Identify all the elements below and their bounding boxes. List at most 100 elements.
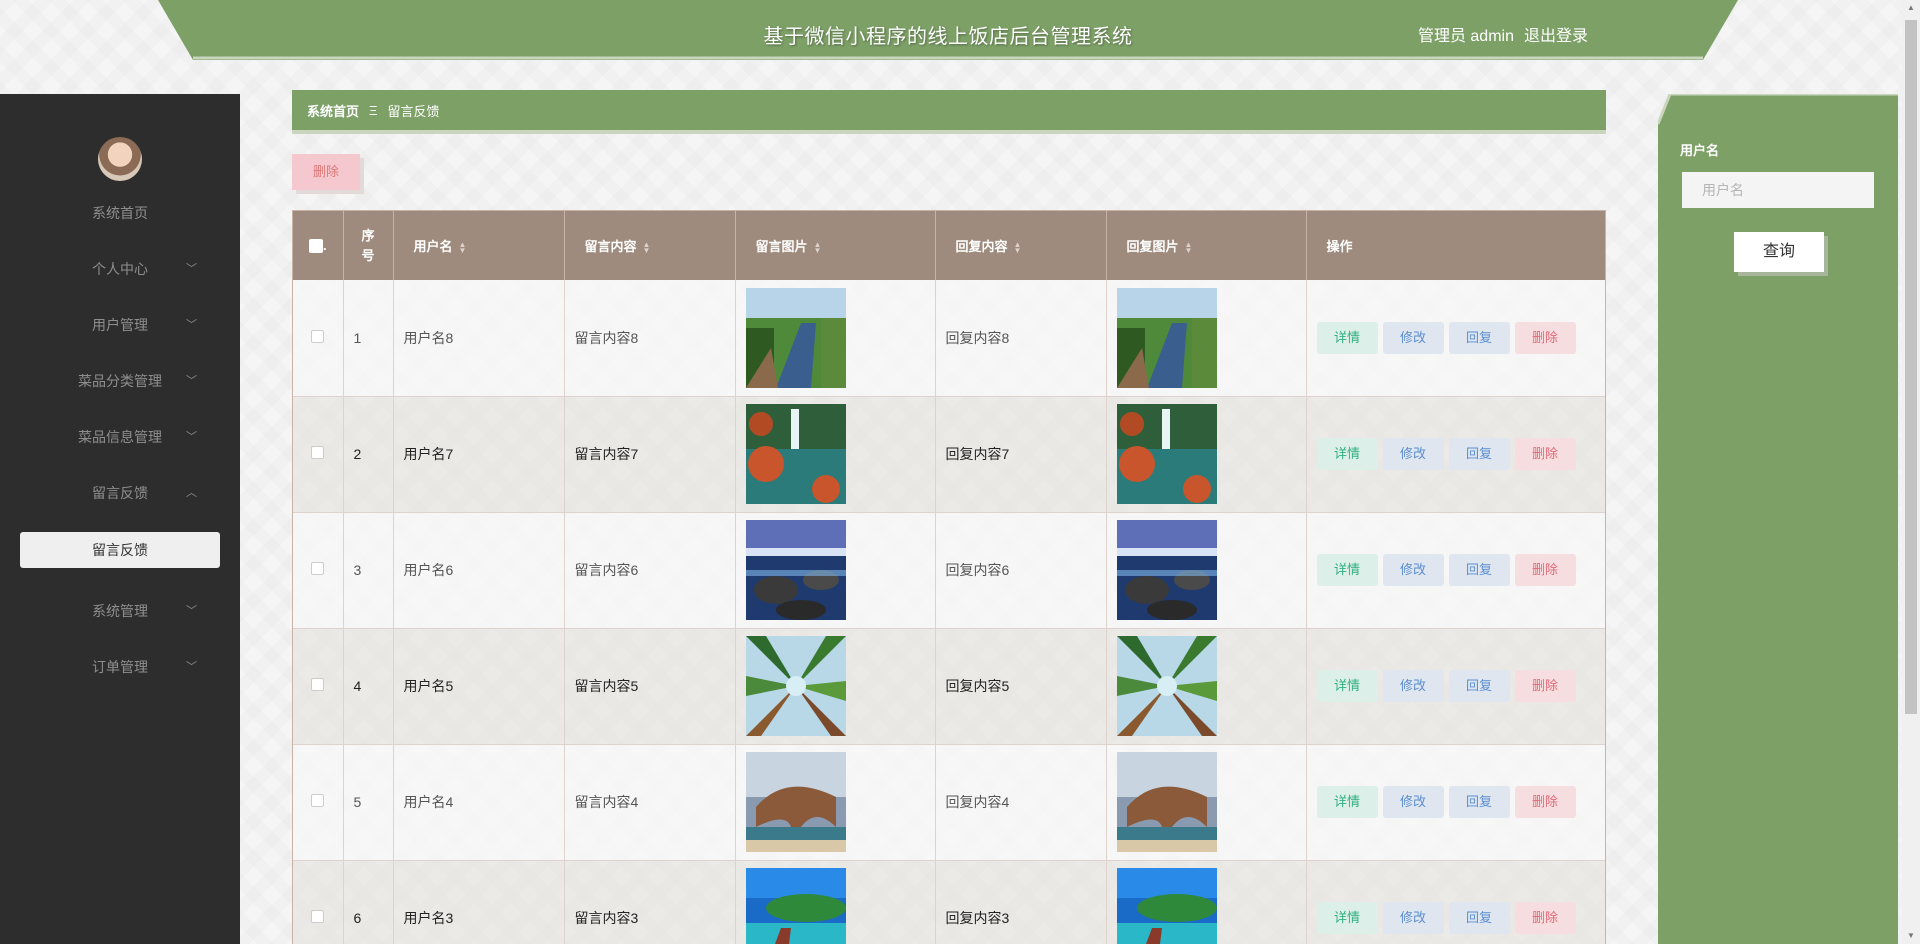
row-reply-image-cell [1106, 860, 1307, 944]
row-reply-image-cell [1106, 396, 1307, 513]
sort-icon: ▲ ▼ [1184, 239, 1193, 255]
scroll-down-icon[interactable]: ▼ [1902, 928, 1920, 944]
sidebar-item-users[interactable]: 用户管理 ﹀ [0, 310, 240, 340]
detail-button[interactable]: 详情 [1316, 670, 1378, 702]
page-scrollbar[interactable]: ▲ ▼ [1902, 0, 1920, 944]
reply-image[interactable] [1116, 752, 1217, 852]
reply-image[interactable] [1116, 868, 1217, 944]
sidebar-item-label: 个人中心 [92, 261, 148, 277]
sidebar-item-label: 菜品信息管理 [78, 429, 162, 445]
delete-button[interactable]: 删除 [1514, 786, 1576, 818]
row-checkbox[interactable] [293, 860, 344, 944]
scroll-up-icon[interactable]: ▲ [1902, 0, 1920, 16]
delete-button[interactable]: 删除 [1514, 670, 1576, 702]
detail-button[interactable]: 详情 [1316, 554, 1378, 586]
sidebar-item-orders[interactable]: 订单管理 ﹀ [0, 652, 240, 682]
sidebar-item-personal[interactable]: 个人中心 ﹀ [0, 254, 240, 284]
row-username: 用户名6 [393, 512, 565, 629]
reply-image[interactable] [1116, 520, 1217, 620]
row-image-cell [735, 860, 936, 944]
edit-button[interactable]: 修改 [1382, 670, 1444, 702]
table-row: 3 用户名6 留言内容6 回复内容6 详情 修改 回复 删除 [293, 512, 1605, 629]
col-header-image[interactable]: 留言图片 ▲ ▼ [735, 211, 936, 280]
row-image-cell [735, 628, 936, 745]
batch-delete-button[interactable]: 删除 [292, 154, 360, 190]
detail-button[interactable]: 详情 [1316, 438, 1378, 470]
row-ops: 详情 修改 回复 删除 [1306, 860, 1605, 944]
chevron-down-icon: ﹀ [186, 319, 197, 331]
row-content: 留言内容3 [564, 860, 736, 944]
sidebar: 系统首页 个人中心 ﹀ 用户管理 ﹀ 菜品分类管理 ﹀ 菜品信息管理 ﹀ 留言反… [0, 94, 240, 944]
col-header-content[interactable]: 留言内容 ▲ ▼ [564, 211, 736, 280]
edit-button[interactable]: 修改 [1382, 321, 1444, 354]
feedback-image[interactable] [745, 404, 846, 504]
detail-button[interactable]: 详情 [1316, 786, 1378, 818]
sidebar-item-dish-info[interactable]: 菜品信息管理 ﹀ [0, 422, 240, 452]
col-header-reply-image[interactable]: 回复图片 ▲ ▼ [1106, 211, 1307, 280]
row-checkbox[interactable] [293, 396, 344, 513]
select-all-checkbox[interactable]: . [293, 211, 344, 280]
edit-button[interactable]: 修改 [1382, 902, 1444, 934]
sort-icon: ▲ ▼ [1013, 239, 1022, 255]
delete-button[interactable]: 删除 [1514, 321, 1576, 354]
col-header-username[interactable]: 用户名 ▲ ▼ [393, 211, 565, 280]
chevron-down-icon: ﹀ [186, 661, 197, 673]
reply-button[interactable]: 回复 [1448, 438, 1510, 470]
chevron-down-icon: ﹀ [186, 375, 197, 387]
sidebar-subitem-feedback[interactable]: 留言反馈 [20, 532, 220, 568]
reply-image[interactable] [1116, 287, 1217, 388]
chevron-down-icon: ﹀ [186, 431, 197, 443]
row-image-cell [735, 744, 936, 861]
reply-button[interactable]: 回复 [1448, 786, 1510, 818]
row-checkbox[interactable] [293, 512, 344, 629]
feedback-image[interactable] [745, 287, 846, 388]
sidebar-item-dish-category[interactable]: 菜品分类管理 ﹀ [0, 366, 240, 396]
reply-image[interactable] [1116, 636, 1217, 736]
edit-button[interactable]: 修改 [1382, 438, 1444, 470]
reply-button[interactable]: 回复 [1448, 554, 1510, 586]
top-header: 基于微信小程序的线上饭店后台管理系统 管理员 admin 退出登录 [158, 0, 1738, 62]
reply-button[interactable]: 回复 [1448, 902, 1510, 934]
row-ops: 详情 修改 回复 删除 [1306, 744, 1605, 861]
row-checkbox[interactable] [293, 744, 344, 861]
row-reply-image-cell [1106, 280, 1307, 397]
sort-icon: ▲ ▼ [458, 239, 467, 255]
feedback-image[interactable] [745, 636, 846, 736]
row-reply: 回复内容8 [935, 280, 1107, 397]
sidebar-item-feedback[interactable]: 留言反馈 ︿ [0, 478, 240, 508]
delete-button[interactable]: 删除 [1514, 902, 1576, 934]
feedback-image[interactable] [745, 868, 846, 944]
feedback-image[interactable] [745, 752, 846, 852]
row-checkbox[interactable] [293, 280, 344, 397]
breadcrumb-separator-icon: Ξ [369, 102, 378, 118]
feedback-image[interactable] [745, 520, 846, 620]
reply-image[interactable] [1116, 404, 1217, 504]
scroll-thumb[interactable] [1905, 20, 1917, 714]
username-search-input[interactable] [1682, 172, 1874, 208]
col-header-reply[interactable]: 回复内容 ▲ ▼ [935, 211, 1107, 280]
delete-button[interactable]: 删除 [1514, 438, 1576, 470]
breadcrumb-home[interactable]: 系统首页 [307, 101, 359, 120]
detail-button[interactable]: 详情 [1316, 902, 1378, 934]
reply-button[interactable]: 回复 [1448, 670, 1510, 702]
reply-button[interactable]: 回复 [1448, 321, 1510, 354]
sidebar-item-home[interactable]: 系统首页 [0, 198, 240, 228]
row-no: 5 [343, 744, 394, 861]
sidebar-item-label: 留言反馈 [92, 485, 148, 501]
logout-link[interactable]: 退出登录 [1524, 22, 1588, 46]
row-ops: 详情 修改 回复 删除 [1306, 396, 1605, 513]
row-content: 留言内容4 [564, 744, 736, 861]
row-checkbox[interactable] [293, 628, 344, 745]
search-button[interactable]: 查询 [1734, 232, 1824, 272]
breadcrumb-current: 留言反馈 [387, 103, 440, 119]
sidebar-item-system[interactable]: 系统管理 ﹀ [0, 596, 240, 626]
delete-button[interactable]: 删除 [1514, 554, 1576, 586]
sidebar-item-label: 用户管理 [92, 317, 148, 333]
detail-button[interactable]: 详情 [1316, 321, 1378, 354]
chevron-down-icon: ﹀ [186, 263, 197, 275]
edit-button[interactable]: 修改 [1382, 554, 1444, 586]
edit-button[interactable]: 修改 [1382, 786, 1444, 818]
row-ops: 详情 修改 回复 删除 [1306, 512, 1605, 629]
avatar[interactable] [98, 137, 142, 181]
feedback-table: . 序号 用户名 ▲ ▼ 留言内容 ▲ ▼ 留言图片 ▲ ▼ 回复内容 ▲ ▼ 回复图片 ▲ ▼ 操… [292, 210, 1606, 944]
